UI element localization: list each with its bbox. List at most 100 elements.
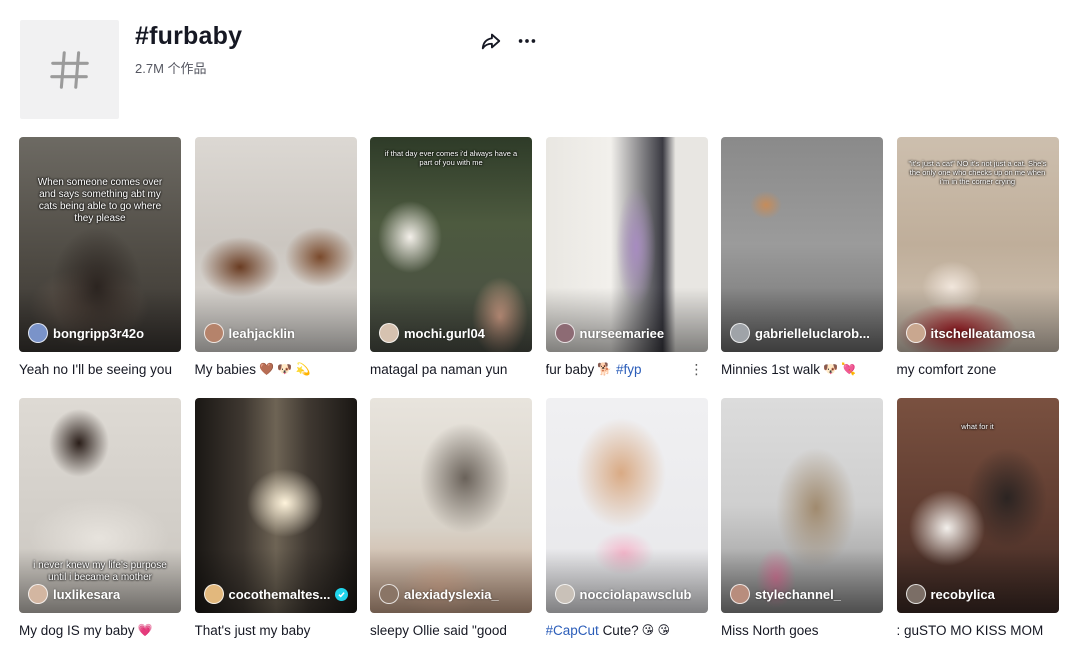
emoji-text: 💗 bbox=[137, 623, 153, 637]
avatar bbox=[730, 323, 750, 343]
author-name: gabrielleluclarob... bbox=[755, 325, 870, 341]
video-card[interactable]: stylechannel_ Miss North goes bbox=[721, 398, 883, 639]
description-text: my comfort zone bbox=[896, 361, 997, 377]
video-author[interactable]: nurseemariee bbox=[554, 323, 700, 343]
video-description[interactable]: #CapCut Cute? 😘 😘 bbox=[546, 621, 708, 639]
author-name: nurseemariee bbox=[579, 325, 665, 341]
avatar bbox=[379, 584, 399, 604]
video-caption-overlay: if that day ever comes i'd always have a… bbox=[384, 149, 518, 167]
video-caption-overlay: "it's just a cat" NO it's not just a cat… bbox=[908, 159, 1047, 186]
description-text: fur baby bbox=[545, 361, 595, 377]
description-text: Miss North goes bbox=[721, 622, 819, 638]
description-text: : guSTO MO KISS MOM bbox=[896, 622, 1044, 638]
video-card[interactable]: leahjacklin My babies 🤎 🐶 💫 bbox=[194, 137, 357, 378]
video-thumbnail[interactable]: cocothemaltes... bbox=[194, 398, 357, 613]
video-card[interactable]: what for it recobylica : guSTO MO KISS MOM bbox=[896, 398, 1059, 639]
more-options-icon[interactable]: ⋮ bbox=[686, 361, 708, 378]
video-thumbnail[interactable]: nurseemariee bbox=[545, 137, 708, 352]
video-card[interactable]: nurseemariee fur baby 🐕 #fyp ⋮ bbox=[545, 137, 708, 378]
share-icon bbox=[481, 33, 501, 50]
video-description[interactable]: My dog IS my baby 💗 bbox=[19, 621, 181, 639]
emoji-text: 🐶 💘 bbox=[823, 362, 857, 376]
avatar bbox=[730, 584, 750, 604]
hashtag-link: #CapCut bbox=[545, 622, 599, 638]
video-description[interactable]: My babies 🤎 🐶 💫 bbox=[195, 360, 357, 378]
video-thumbnail[interactable]: if that day ever comes i'd always have a… bbox=[370, 137, 532, 352]
emoji-text: 🤎 🐶 💫 bbox=[259, 362, 311, 376]
description-text: That's just my baby bbox=[194, 622, 311, 638]
video-thumbnail[interactable]: "it's just a cat" NO it's not just a cat… bbox=[896, 137, 1059, 352]
video-description[interactable]: matagal pa naman yun bbox=[370, 360, 532, 378]
video-description[interactable]: sleepy Ollie said "good bbox=[370, 621, 532, 639]
video-author[interactable]: luxlikesara bbox=[28, 584, 173, 604]
hashtag-icon bbox=[20, 20, 119, 119]
video-card[interactable]: "it's just a cat" NO it's not just a cat… bbox=[896, 137, 1059, 378]
avatar bbox=[905, 323, 926, 343]
video-description[interactable]: fur baby 🐕 #fyp ⋮ bbox=[546, 360, 708, 378]
avatar bbox=[554, 323, 575, 343]
description-text: matagal pa naman yun bbox=[370, 361, 508, 377]
avatar bbox=[203, 584, 224, 604]
description-text: sleepy Ollie said "good bbox=[370, 622, 507, 638]
description-text: Yeah no I'll be seeing you bbox=[19, 361, 172, 377]
emoji-text: 😘 😘 bbox=[641, 623, 670, 637]
author-name: stylechannel_ bbox=[755, 586, 841, 602]
video-thumbnail[interactable]: When someone comes over and says somethi… bbox=[19, 137, 181, 352]
video-card[interactable]: nocciolapawsclub #CapCut Cute? 😘 😘 bbox=[545, 398, 708, 639]
video-author[interactable]: nocciolapawsclub bbox=[554, 584, 700, 604]
video-thumbnail[interactable]: stylechannel_ bbox=[721, 398, 883, 613]
video-description[interactable]: Miss North goes bbox=[721, 621, 883, 639]
video-thumbnail[interactable]: alexiadyslexia_ bbox=[370, 398, 532, 613]
video-card[interactable]: When someone comes over and says somethi… bbox=[19, 137, 181, 378]
video-author[interactable]: recobylica bbox=[905, 584, 1051, 604]
video-card[interactable]: gabrielleluclarob... Minnies 1st walk 🐶 💘 bbox=[721, 137, 883, 378]
video-card[interactable]: if that day ever comes i'd always have a… bbox=[370, 137, 532, 378]
avatar bbox=[554, 584, 575, 604]
video-card[interactable]: i never knew my life's purpose until i b… bbox=[19, 398, 181, 639]
video-author[interactable]: cocothemaltes... bbox=[203, 584, 349, 604]
video-thumbnail[interactable]: i never knew my life's purpose until i b… bbox=[19, 398, 181, 613]
video-description[interactable]: : guSTO MO KISS MOM bbox=[897, 621, 1059, 639]
video-description[interactable]: Minnies 1st walk 🐶 💘 bbox=[721, 360, 883, 378]
video-author[interactable]: itschelleatamosa bbox=[905, 323, 1051, 343]
hashtag-link: #fyp bbox=[616, 361, 642, 377]
description-text: My dog IS my baby bbox=[19, 622, 135, 638]
page-title: #furbaby bbox=[135, 22, 243, 50]
video-thumbnail[interactable]: gabrielleluclarob... bbox=[721, 137, 883, 352]
video-author[interactable]: stylechannel_ bbox=[730, 584, 875, 604]
video-author[interactable]: alexiadyslexia_ bbox=[379, 584, 524, 604]
more-icon bbox=[518, 39, 536, 43]
description-text: Minnies 1st walk bbox=[721, 361, 821, 377]
description-text: My babies bbox=[194, 361, 257, 377]
avatar bbox=[379, 323, 399, 343]
avatar bbox=[905, 584, 926, 604]
author-name: bongripp3r42o bbox=[53, 325, 145, 341]
author-name: alexiadyslexia_ bbox=[404, 586, 499, 602]
video-caption-overlay: what for it bbox=[961, 422, 994, 431]
avatar bbox=[28, 584, 48, 604]
avatar bbox=[203, 323, 224, 343]
video-author[interactable]: gabrielleluclarob... bbox=[730, 323, 875, 343]
verified-badge-icon bbox=[335, 587, 349, 601]
share-button[interactable] bbox=[480, 30, 502, 52]
video-caption-overlay: When someone comes over and says somethi… bbox=[37, 177, 163, 224]
description-text: Cute? bbox=[602, 622, 639, 638]
video-thumbnail[interactable]: nocciolapawsclub bbox=[545, 398, 708, 613]
video-author[interactable]: leahjacklin bbox=[203, 323, 349, 343]
video-description[interactable]: my comfort zone bbox=[897, 360, 1059, 378]
video-description[interactable]: Yeah no I'll be seeing you bbox=[19, 360, 181, 378]
video-author[interactable]: mochi.gurl04 bbox=[379, 323, 524, 343]
video-card[interactable]: cocothemaltes... That's just my baby bbox=[194, 398, 357, 639]
video-caption-overlay: i never knew my life's purpose until i b… bbox=[33, 560, 167, 583]
author-name: mochi.gurl04 bbox=[404, 325, 485, 341]
author-name: luxlikesara bbox=[53, 586, 121, 602]
author-name: itschelleatamosa bbox=[930, 325, 1036, 341]
author-name: cocothemaltes... bbox=[228, 586, 331, 602]
video-author[interactable]: bongripp3r42o bbox=[28, 323, 173, 343]
video-thumbnail[interactable]: leahjacklin bbox=[194, 137, 357, 352]
video-card[interactable]: alexiadyslexia_sleepy Ollie said "good bbox=[370, 398, 532, 639]
video-description[interactable]: That's just my baby bbox=[195, 621, 357, 639]
author-name: leahjacklin bbox=[228, 325, 295, 341]
video-thumbnail[interactable]: what for it recobylica bbox=[896, 398, 1059, 613]
more-button[interactable] bbox=[516, 30, 538, 52]
